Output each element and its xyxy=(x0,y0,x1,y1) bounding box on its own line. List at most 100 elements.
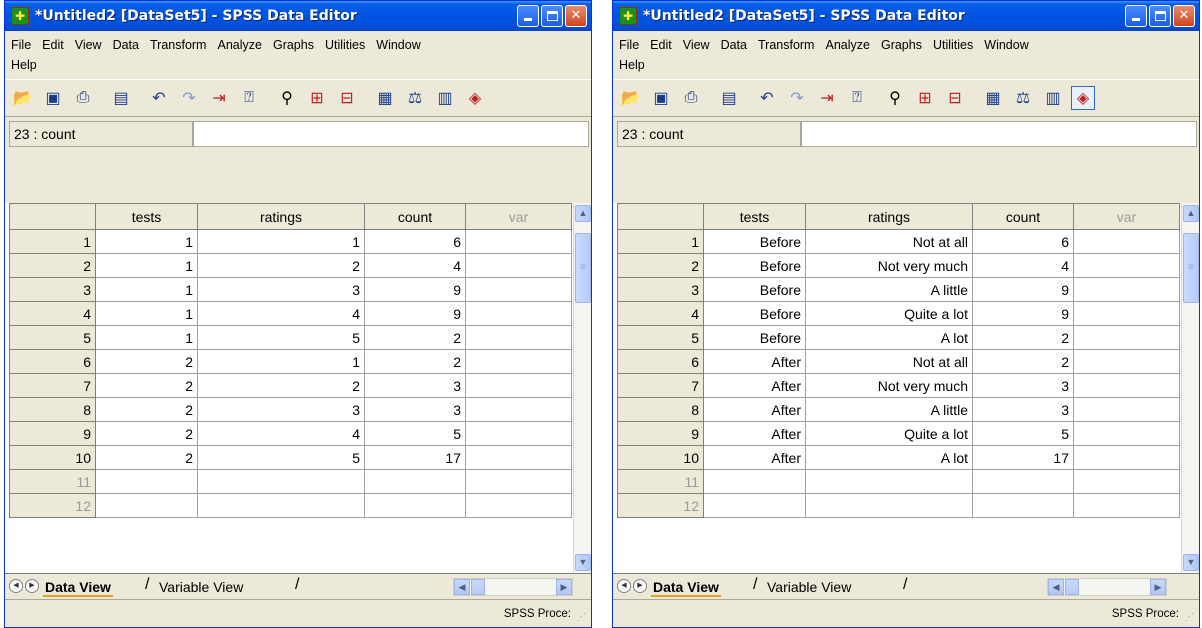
cell-count[interactable]: 4 xyxy=(364,253,466,278)
cell-count[interactable]: 9 xyxy=(364,301,466,326)
scroll-up-icon[interactable]: ▲ xyxy=(575,205,591,222)
cell-tests[interactable]: After xyxy=(703,349,806,374)
scroll-thumb[interactable]: ≡ xyxy=(575,233,591,303)
variables-icon[interactable]: ⍰ xyxy=(845,86,869,110)
horizontal-scrollbar[interactable]: ◀ ▶ xyxy=(1047,578,1167,596)
menu-window[interactable]: Window xyxy=(376,38,420,52)
cell-tests[interactable]: Before xyxy=(703,325,806,350)
row-number[interactable]: 12 xyxy=(9,493,96,518)
cell-tests[interactable]: 1 xyxy=(95,301,198,326)
scroll-down-icon[interactable]: ▼ xyxy=(575,554,591,571)
menu-transform[interactable]: Transform xyxy=(758,38,815,52)
cell-var[interactable] xyxy=(465,301,572,326)
scroll-left-icon[interactable]: ◀ xyxy=(1048,579,1064,595)
column-header-count[interactable]: count xyxy=(364,203,466,230)
scroll-right-icon[interactable]: ▶ xyxy=(1150,579,1166,595)
cell-count[interactable] xyxy=(364,469,466,494)
cell-var[interactable] xyxy=(465,325,572,350)
maximize-button[interactable] xyxy=(1149,5,1171,27)
cell-ratings[interactable]: 3 xyxy=(197,397,365,422)
row-number[interactable]: 10 xyxy=(9,445,96,470)
row-number[interactable]: 4 xyxy=(617,301,704,326)
row-number[interactable]: 6 xyxy=(9,349,96,374)
cell-ratings[interactable]: 1 xyxy=(197,229,365,254)
cell-var[interactable] xyxy=(465,229,572,254)
scroll-thumb[interactable] xyxy=(471,579,485,595)
cell-ratings[interactable]: 3 xyxy=(197,277,365,302)
minimize-button[interactable] xyxy=(517,5,539,27)
cell-ratings[interactable] xyxy=(197,469,365,494)
cell-count[interactable]: 2 xyxy=(972,349,1074,374)
tab-variable-view[interactable]: Variable View xyxy=(767,577,851,597)
goto-case-icon[interactable]: ⇥ xyxy=(207,86,231,110)
column-header-count[interactable]: count xyxy=(972,203,1074,230)
cell-count[interactable] xyxy=(364,493,466,518)
cell-ratings[interactable]: A lot xyxy=(805,445,973,470)
row-number[interactable]: 11 xyxy=(9,469,96,494)
print-icon[interactable]: ⎙ xyxy=(679,86,703,110)
insert-variable-icon[interactable]: ⊟ xyxy=(943,86,967,110)
cell-tests[interactable]: 1 xyxy=(95,277,198,302)
undo-icon[interactable]: ↶ xyxy=(755,86,779,110)
cell-var[interactable] xyxy=(465,349,572,374)
cell-tests[interactable]: Before xyxy=(703,229,806,254)
cell-tests[interactable]: 2 xyxy=(95,349,198,374)
split-file-icon[interactable]: ▦ xyxy=(373,86,397,110)
menu-utilities[interactable]: Utilities xyxy=(933,38,973,52)
find-icon[interactable]: ⚲ xyxy=(883,86,907,110)
cell-var[interactable] xyxy=(1073,469,1180,494)
cell-count[interactable]: 9 xyxy=(972,277,1074,302)
cell-count[interactable]: 2 xyxy=(364,325,466,350)
cell-tests[interactable]: After xyxy=(703,397,806,422)
close-button[interactable]: ✕ xyxy=(1173,5,1195,27)
cell-tests[interactable] xyxy=(703,469,806,494)
row-number[interactable]: 1 xyxy=(9,229,96,254)
undo-icon[interactable]: ↶ xyxy=(147,86,171,110)
cell-var[interactable] xyxy=(465,469,572,494)
row-number[interactable]: 9 xyxy=(617,421,704,446)
cell-var[interactable] xyxy=(1073,493,1180,518)
row-number[interactable]: 2 xyxy=(9,253,96,278)
cell-tests[interactable]: After xyxy=(703,421,806,446)
value-labels-icon[interactable]: ◈ xyxy=(1071,86,1095,110)
cell-var[interactable] xyxy=(1073,277,1180,302)
cell-ratings[interactable]: A lot xyxy=(805,325,973,350)
minimize-button[interactable] xyxy=(1125,5,1147,27)
tab-next-icon[interactable]: ▶ xyxy=(25,579,39,593)
row-number[interactable]: 12 xyxy=(617,493,704,518)
menu-utilities[interactable]: Utilities xyxy=(325,38,365,52)
maximize-button[interactable] xyxy=(541,5,563,27)
cell-count[interactable]: 3 xyxy=(972,373,1074,398)
save-icon[interactable]: ▣ xyxy=(649,86,673,110)
cell-count[interactable] xyxy=(972,493,1074,518)
row-number[interactable]: 3 xyxy=(9,277,96,302)
cell-var[interactable] xyxy=(465,277,572,302)
cell-tests[interactable]: Before xyxy=(703,301,806,326)
menu-graphs[interactable]: Graphs xyxy=(881,38,922,52)
row-number[interactable]: 5 xyxy=(9,325,96,350)
menu-graphs[interactable]: Graphs xyxy=(273,38,314,52)
menu-help[interactable]: Help xyxy=(11,58,37,72)
cell-value-input[interactable] xyxy=(801,121,1197,147)
cell-count[interactable] xyxy=(972,469,1074,494)
corner-cell[interactable] xyxy=(617,203,704,230)
cell-count[interactable]: 2 xyxy=(364,349,466,374)
row-number[interactable]: 3 xyxy=(617,277,704,302)
open-icon[interactable]: 📂 xyxy=(11,86,35,110)
menu-data[interactable]: Data xyxy=(113,38,139,52)
column-header-tests[interactable]: tests xyxy=(703,203,806,230)
insert-variable-icon[interactable]: ⊟ xyxy=(335,86,359,110)
cell-tests[interactable]: 1 xyxy=(95,253,198,278)
resize-grip-icon[interactable]: ⋰ xyxy=(576,612,588,624)
menu-edit[interactable]: Edit xyxy=(42,38,64,52)
cell-tests[interactable]: After xyxy=(703,373,806,398)
cell-tests[interactable] xyxy=(95,493,198,518)
cell-var[interactable] xyxy=(465,253,572,278)
menu-view[interactable]: View xyxy=(75,38,102,52)
find-icon[interactable]: ⚲ xyxy=(275,86,299,110)
cell-ratings[interactable]: A little xyxy=(805,397,973,422)
cell-ratings[interactable]: 5 xyxy=(197,325,365,350)
cell-ratings[interactable]: 5 xyxy=(197,445,365,470)
row-number[interactable]: 9 xyxy=(9,421,96,446)
cell-var[interactable] xyxy=(1073,445,1180,470)
